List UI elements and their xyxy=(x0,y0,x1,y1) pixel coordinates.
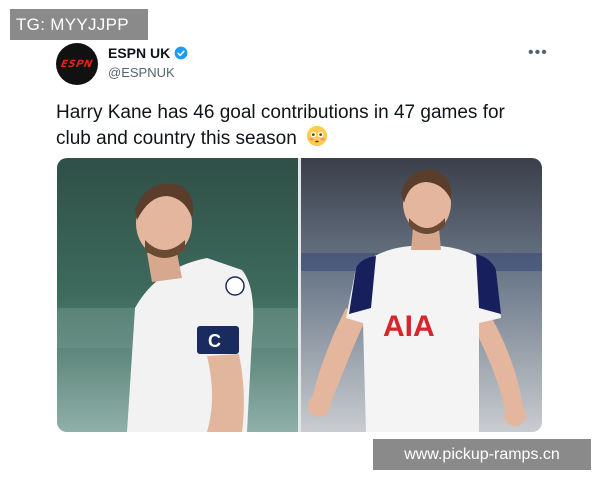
account-info[interactable]: ESPN UK @ESPNUK xyxy=(108,45,188,80)
england-kit-photo[interactable]: C xyxy=(57,158,298,432)
watermark-bottom: www.pickup-ramps.cn xyxy=(373,439,591,470)
verified-badge-icon xyxy=(174,46,188,60)
tweet-body: Harry Kane has 46 goal contributions in … xyxy=(56,102,505,149)
display-name[interactable]: ESPN UK xyxy=(108,45,170,61)
flushed-face-emoji-icon xyxy=(307,125,328,147)
more-options-icon[interactable]: ••• xyxy=(528,44,548,62)
sponsor-logo: AIA xyxy=(383,310,435,343)
tweet-text: Harry Kane has 46 goal contributions in … xyxy=(56,100,536,151)
avatar[interactable]: ESPN xyxy=(56,43,98,85)
espn-logo: ESPN xyxy=(60,58,94,70)
account-handle[interactable]: @ESPNUK xyxy=(108,65,188,80)
tottenham-kit-photo[interactable]: AIA xyxy=(301,158,542,432)
captain-armband-label: C xyxy=(208,331,221,351)
watermark-top: TG: MYYJJPP xyxy=(10,9,148,40)
tweet-media[interactable]: C AIA xyxy=(57,158,542,432)
